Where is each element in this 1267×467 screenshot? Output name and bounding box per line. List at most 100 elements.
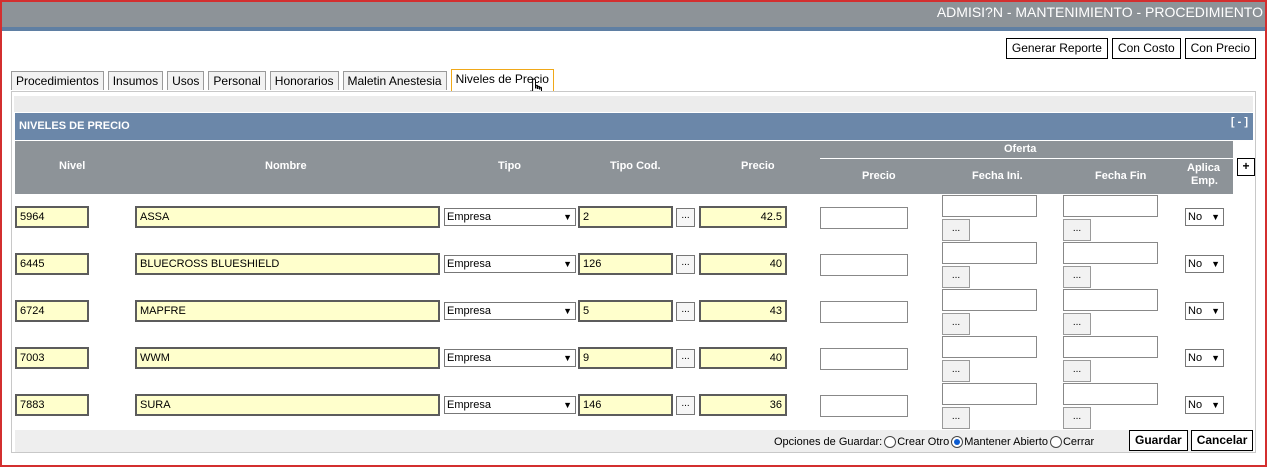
precio-field[interactable]: 42.5 — [699, 206, 787, 228]
fecha-fin-field[interactable] — [1063, 195, 1158, 217]
con-precio-button[interactable]: Con Precio — [1184, 38, 1256, 59]
nombre-field[interactable]: MAPFRE — [135, 300, 440, 322]
chevron-down-icon: ▼ — [563, 212, 572, 222]
tipo-cod-field[interactable]: 2 — [578, 206, 673, 228]
tipo-select[interactable]: Empresa ▼ — [444, 208, 576, 226]
tipo-cod-lookup-button[interactable]: ... — [676, 349, 695, 368]
window-title: ADMISI?N - MANTENIMIENTO - PROCEDIMIENTO — [2, 2, 1265, 27]
nombre-field[interactable]: ASSA — [135, 206, 440, 228]
oferta-precio-field[interactable] — [820, 348, 908, 370]
chevron-down-icon: ▼ — [563, 400, 572, 410]
fecha-ini-picker-button[interactable]: ... — [942, 266, 970, 288]
fecha-fin-field[interactable] — [1063, 242, 1158, 264]
col-precio: Precio — [741, 160, 775, 172]
tab-maletin-anestesia[interactable]: Maletin Anestesia — [342, 71, 447, 90]
nivel-field[interactable]: 7883 — [15, 394, 89, 416]
nivel-field[interactable]: 6445 — [15, 253, 89, 275]
tipo-cod-lookup-button[interactable]: ... — [676, 255, 695, 274]
tipo-cod-lookup-button[interactable]: ... — [676, 208, 695, 227]
tab-honorarios[interactable]: Honorarios — [269, 71, 339, 90]
chevron-down-icon: ▼ — [563, 259, 572, 269]
precio-field[interactable]: 43 — [699, 300, 787, 322]
nivel-field[interactable]: 6724 — [15, 300, 89, 322]
aplica-emp-select[interactable]: No ▼ — [1185, 255, 1224, 273]
aplica-emp-select[interactable]: No ▼ — [1185, 302, 1224, 320]
fecha-fin-picker-button[interactable]: ... — [1063, 407, 1091, 429]
radio-crear-otro[interactable] — [884, 436, 897, 448]
chevron-down-icon: ▼ — [563, 306, 572, 316]
precio-field[interactable]: 40 — [699, 253, 787, 275]
fecha-fin-field[interactable] — [1063, 336, 1158, 358]
tipo-select[interactable]: Empresa ▼ — [444, 255, 576, 273]
tipo-select-value: Empresa — [447, 399, 492, 411]
tab-procedimientos[interactable]: Procedimientos — [11, 71, 104, 90]
column-header: Nivel Nombre Tipo Tipo Cod. Precio Ofert… — [15, 141, 1233, 194]
col-fecha-ini: Fecha Ini. — [972, 170, 1023, 182]
radio-cerrar[interactable] — [1049, 436, 1062, 448]
tipo-cod-field[interactable]: 126 — [578, 253, 673, 275]
fecha-fin-field[interactable] — [1063, 289, 1158, 311]
tipo-cod-field[interactable]: 5 — [578, 300, 673, 322]
oferta-precio-field[interactable] — [820, 301, 908, 323]
cancelar-button[interactable]: Cancelar — [1190, 430, 1254, 451]
tab-personal[interactable]: Personal — [208, 71, 266, 90]
fecha-ini-picker-button[interactable]: ... — [942, 313, 970, 335]
oferta-precio-field[interactable] — [820, 207, 908, 229]
generar-reporte-button[interactable]: Generar Reporte — [1005, 38, 1108, 59]
fecha-ini-field[interactable] — [942, 195, 1037, 217]
aplica-emp-select[interactable]: No ▼ — [1185, 396, 1224, 414]
add-row-button[interactable]: + — [1237, 158, 1255, 176]
fecha-ini-field[interactable] — [942, 336, 1037, 358]
precio-field[interactable]: 36 — [699, 394, 787, 416]
cerrar-label: Cerrar — [1062, 436, 1095, 448]
col-fecha-fin: Fecha Fin — [1095, 170, 1147, 182]
aplica-emp-select[interactable]: No ▼ — [1185, 349, 1224, 367]
nombre-field[interactable]: SURA — [135, 394, 440, 416]
radio-mantener-abierto[interactable] — [951, 436, 964, 448]
fecha-ini-picker-button[interactable]: ... — [942, 219, 970, 241]
section-title: NIVELES DE PRECIO — [19, 120, 130, 132]
tipo-select-value: Empresa — [447, 352, 492, 364]
fecha-ini-picker-button[interactable]: ... — [942, 407, 970, 429]
fecha-fin-picker-button[interactable]: ... — [1063, 360, 1091, 382]
fecha-ini-field[interactable] — [942, 383, 1037, 405]
aplica-emp-select[interactable]: No ▼ — [1185, 208, 1224, 226]
nombre-field[interactable]: WWM — [135, 347, 440, 369]
oferta-precio-field[interactable] — [820, 395, 908, 417]
chevron-down-icon: ▼ — [1211, 212, 1220, 222]
tipo-cod-lookup-button[interactable]: ... — [676, 302, 695, 321]
aplica-emp-value: No — [1188, 211, 1203, 223]
precio-field[interactable]: 40 — [699, 347, 787, 369]
nivel-field[interactable]: 5964 — [15, 206, 89, 228]
top-toolbar: Generar Reporte Con Costo Con Precio — [1005, 38, 1256, 59]
tipo-select[interactable]: Empresa ▼ — [444, 349, 576, 367]
tipo-select-value: Empresa — [447, 305, 492, 317]
fecha-ini-field[interactable] — [942, 289, 1037, 311]
oferta-precio-field[interactable] — [820, 254, 908, 276]
fecha-fin-picker-button[interactable]: ... — [1063, 219, 1091, 241]
fecha-fin-field[interactable] — [1063, 383, 1158, 405]
fecha-fin-picker-button[interactable]: ... — [1063, 313, 1091, 335]
tipo-cod-field[interactable]: 9 — [578, 347, 673, 369]
collapse-toggle[interactable]: [ - ] — [1231, 114, 1248, 130]
tipo-select[interactable]: Empresa ▼ — [444, 396, 576, 414]
tipo-cod-lookup-button[interactable]: ... — [676, 396, 695, 415]
tipo-select[interactable]: Empresa ▼ — [444, 302, 576, 320]
con-costo-button[interactable]: Con Costo — [1111, 38, 1181, 59]
section-header: NIVELES DE PRECIO [ - ] — [15, 113, 1253, 140]
title-divider — [2, 27, 1265, 31]
tipo-cod-field[interactable]: 146 — [578, 394, 673, 416]
guardar-button[interactable]: Guardar — [1129, 430, 1188, 451]
save-options-label: Opciones de Guardar: — [774, 436, 883, 448]
tab-insumos[interactable]: Insumos — [107, 71, 164, 90]
tipo-select-value: Empresa — [447, 211, 492, 223]
fecha-ini-field[interactable] — [942, 242, 1037, 264]
tab-usos[interactable]: Usos — [167, 71, 205, 90]
col-oferta: Oferta — [1004, 143, 1037, 155]
fecha-fin-picker-button[interactable]: ... — [1063, 266, 1091, 288]
aplica-emp-value: No — [1188, 399, 1203, 411]
nombre-field[interactable]: BLUECROSS BLUESHIELD — [135, 253, 440, 275]
nivel-field[interactable]: 7003 — [15, 347, 89, 369]
fecha-ini-picker-button[interactable]: ... — [942, 360, 970, 382]
oferta-divider — [820, 158, 1233, 159]
